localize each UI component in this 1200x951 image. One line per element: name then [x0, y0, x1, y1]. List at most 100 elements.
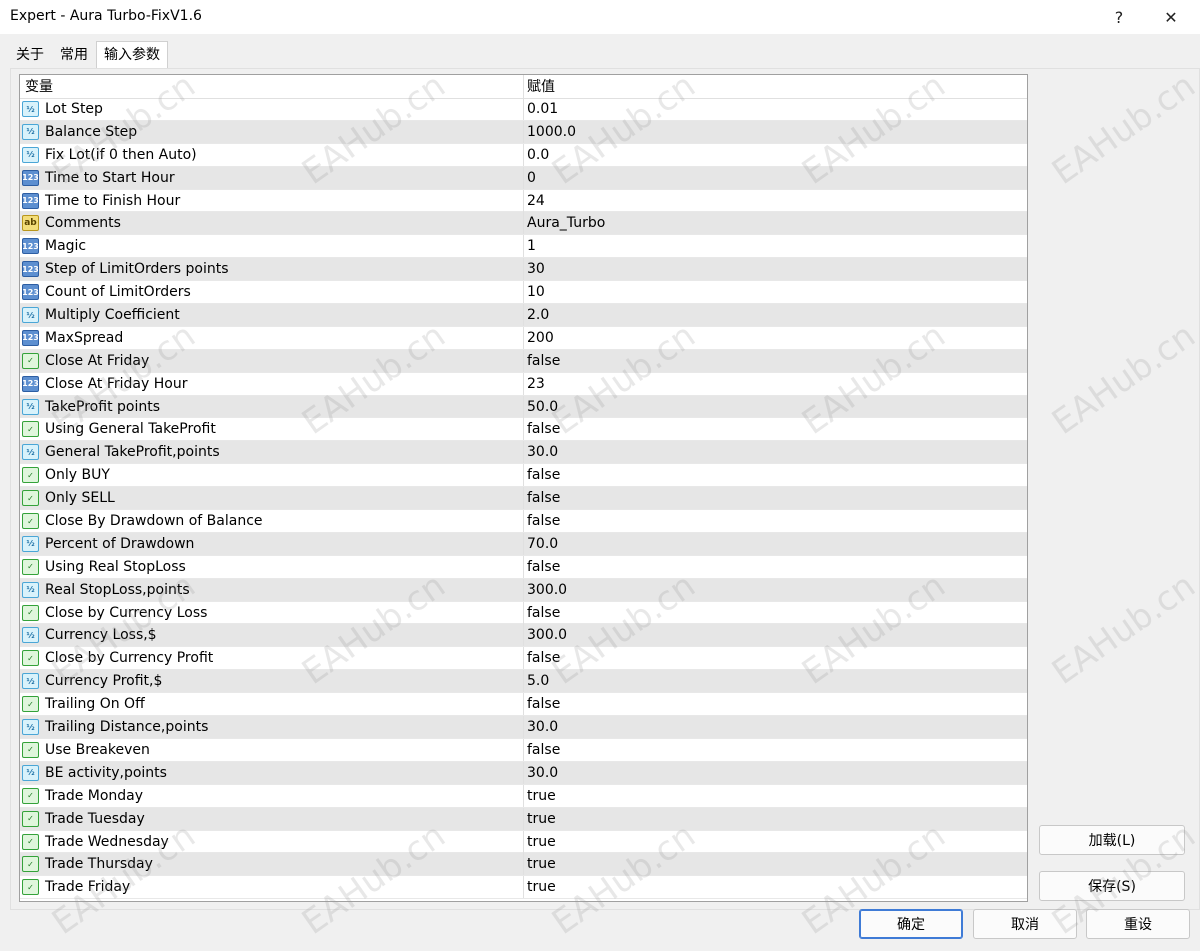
parameter-name: Trailing On Off: [45, 696, 145, 713]
parameter-row[interactable]: ½ Trailing Distance,points 30.0: [20, 716, 1027, 739]
parameter-value[interactable]: 5.0: [527, 670, 549, 692]
parameter-row[interactable]: 123 Close At Friday Hour 23: [20, 372, 1027, 396]
parameter-value[interactable]: 0: [527, 167, 536, 189]
parameter-row[interactable]: 123 Step of LimitOrders points 30: [20, 258, 1027, 282]
parameter-row[interactable]: ½ Currency Loss,$ 300.0: [20, 624, 1027, 648]
reset-button[interactable]: 重设: [1086, 909, 1190, 939]
parameter-row[interactable]: ✓ Close by Currency Profit false: [20, 647, 1027, 671]
parameter-value[interactable]: false: [527, 739, 560, 761]
parameter-row[interactable]: ½ Multiply Coefficient 2.0: [20, 304, 1027, 327]
cell-divider: [523, 876, 524, 899]
parameter-value[interactable]: 50.0: [527, 396, 558, 418]
parameter-row[interactable]: ½ Currency Profit,$ 5.0: [20, 670, 1027, 694]
cell-divider: [523, 464, 524, 487]
parameter-value[interactable]: 30.0: [527, 762, 558, 784]
parameter-row[interactable]: ½ Balance Step 1000.0: [20, 120, 1027, 144]
parameter-name: Currency Loss,$: [45, 627, 157, 644]
parameter-value[interactable]: true: [527, 785, 556, 807]
parameter-value[interactable]: true: [527, 831, 556, 853]
parameter-row[interactable]: ✓ Trade Friday true: [20, 876, 1027, 900]
parameter-row[interactable]: ✓ Trade Monday true: [20, 784, 1027, 808]
boolean-type-icon: ✓: [22, 856, 39, 873]
parameter-value[interactable]: false: [527, 556, 560, 578]
parameter-value[interactable]: 1000.0: [527, 121, 576, 143]
parameter-value[interactable]: 300.0: [527, 624, 567, 646]
parameter-value[interactable]: 200: [527, 327, 554, 349]
parameter-row[interactable]: 123 Time to Finish Hour 24: [20, 189, 1027, 213]
parameter-value[interactable]: false: [527, 487, 560, 509]
parameter-row[interactable]: 123 Time to Start Hour 0: [20, 166, 1027, 190]
parameters-grid[interactable]: 变量 赋值 ½ Lot Step 0.01 ½ Balance Step 1000.0 ½ F…: [19, 74, 1028, 902]
column-divider[interactable]: [523, 75, 524, 98]
parameter-name: Only SELL: [45, 490, 115, 507]
parameter-value[interactable]: false: [527, 350, 560, 372]
parameter-value[interactable]: true: [527, 808, 556, 830]
parameter-row[interactable]: ✓ Using General TakeProfit false: [20, 418, 1027, 442]
cell-divider: [523, 120, 524, 143]
parameter-row[interactable]: ½ Fix Lot(if 0 then Auto) 0.0: [20, 143, 1027, 167]
parameter-row[interactable]: ½ BE activity,points 30.0: [20, 761, 1027, 785]
parameter-row[interactable]: ½ General TakeProfit,points 30.0: [20, 441, 1027, 465]
parameter-name: Currency Profit,$: [45, 673, 163, 690]
parameter-row[interactable]: 123 Magic 1: [20, 235, 1027, 259]
parameter-value[interactable]: 0.0: [527, 144, 549, 166]
column-header-variable[interactable]: 变量: [25, 75, 53, 98]
parameter-value[interactable]: true: [527, 876, 556, 898]
parameter-row[interactable]: ½ Lot Step 0.01: [20, 98, 1027, 121]
parameter-row[interactable]: ✓ Only BUY false: [20, 464, 1027, 488]
parameter-row[interactable]: ✓ Using Real StopLoss false: [20, 555, 1027, 579]
boolean-type-icon: ✓: [22, 833, 39, 850]
parameter-value[interactable]: true: [527, 853, 556, 875]
parameter-value[interactable]: Aura_Turbo: [527, 212, 605, 234]
parameter-value[interactable]: 0.01: [527, 98, 558, 120]
close-icon: ✕: [1164, 7, 1178, 27]
tab-common[interactable]: 常用: [52, 42, 96, 68]
parameter-row[interactable]: 123 Count of LimitOrders 10: [20, 281, 1027, 305]
parameter-value[interactable]: 1: [527, 235, 536, 257]
parameter-row[interactable]: ✓ Trailing On Off false: [20, 693, 1027, 717]
parameter-value[interactable]: 70.0: [527, 533, 558, 555]
parameter-row[interactable]: ✓ Close By Drawdown of Balance false: [20, 510, 1027, 533]
parameter-row[interactable]: ✓ Trade Tuesday true: [20, 807, 1027, 831]
tab-about[interactable]: 关于: [8, 42, 52, 68]
help-button[interactable]: ?: [1096, 0, 1142, 34]
save-button[interactable]: 保存(S): [1039, 871, 1185, 901]
parameter-value[interactable]: 30.0: [527, 716, 558, 738]
parameter-value[interactable]: 2.0: [527, 304, 549, 326]
parameter-row[interactable]: ✓ Close by Currency Loss false: [20, 601, 1027, 625]
cell-divider: [523, 738, 524, 761]
parameter-value[interactable]: false: [527, 647, 560, 669]
parameter-value[interactable]: false: [527, 418, 560, 440]
parameter-value[interactable]: false: [527, 464, 560, 486]
parameter-value[interactable]: false: [527, 510, 560, 532]
title-bar[interactable]: Expert - Aura Turbo-FixV1.6 ? ✕: [0, 0, 1200, 34]
parameter-row[interactable]: ½ Real StopLoss,points 300.0: [20, 578, 1027, 602]
tab-inputs[interactable]: 输入参数: [96, 41, 168, 68]
parameter-value[interactable]: 24: [527, 190, 545, 212]
parameter-value[interactable]: false: [527, 602, 560, 624]
parameter-row[interactable]: 123 MaxSpread 200: [20, 326, 1027, 350]
parameter-row[interactable]: ½ TakeProfit points 50.0: [20, 395, 1027, 419]
boolean-type-icon: ✓: [22, 604, 39, 621]
parameter-value[interactable]: 10: [527, 281, 545, 303]
parameter-value[interactable]: false: [527, 693, 560, 715]
parameter-row[interactable]: ✓ Use Breakeven false: [20, 738, 1027, 762]
parameter-row[interactable]: ½ Percent of Drawdown 70.0: [20, 532, 1027, 556]
parameter-value[interactable]: 30: [527, 258, 545, 280]
parameter-row[interactable]: ✓ Only SELL false: [20, 487, 1027, 511]
column-header-value[interactable]: 赋值: [527, 75, 555, 98]
parameter-row[interactable]: ✓ Trade Thursday true: [20, 853, 1027, 877]
parameter-value[interactable]: 30.0: [527, 441, 558, 463]
expert-dialog: Expert - Aura Turbo-FixV1.6 ? ✕ 关于 常用 输入…: [0, 0, 1200, 951]
cell-divider: [523, 510, 524, 533]
parameter-value[interactable]: 23: [527, 373, 545, 395]
parameter-row[interactable]: ab Comments Aura_Turbo: [20, 212, 1027, 236]
parameter-row[interactable]: ✓ Close At Friday false: [20, 349, 1027, 373]
close-button[interactable]: ✕: [1148, 0, 1194, 34]
load-button[interactable]: 加载(L): [1039, 825, 1185, 855]
cell-divider: [523, 98, 524, 120]
ok-button[interactable]: 确定: [859, 909, 963, 939]
parameter-value[interactable]: 300.0: [527, 579, 567, 601]
cancel-button[interactable]: 取消: [973, 909, 1077, 939]
parameter-row[interactable]: ✓ Trade Wednesday true: [20, 830, 1027, 854]
